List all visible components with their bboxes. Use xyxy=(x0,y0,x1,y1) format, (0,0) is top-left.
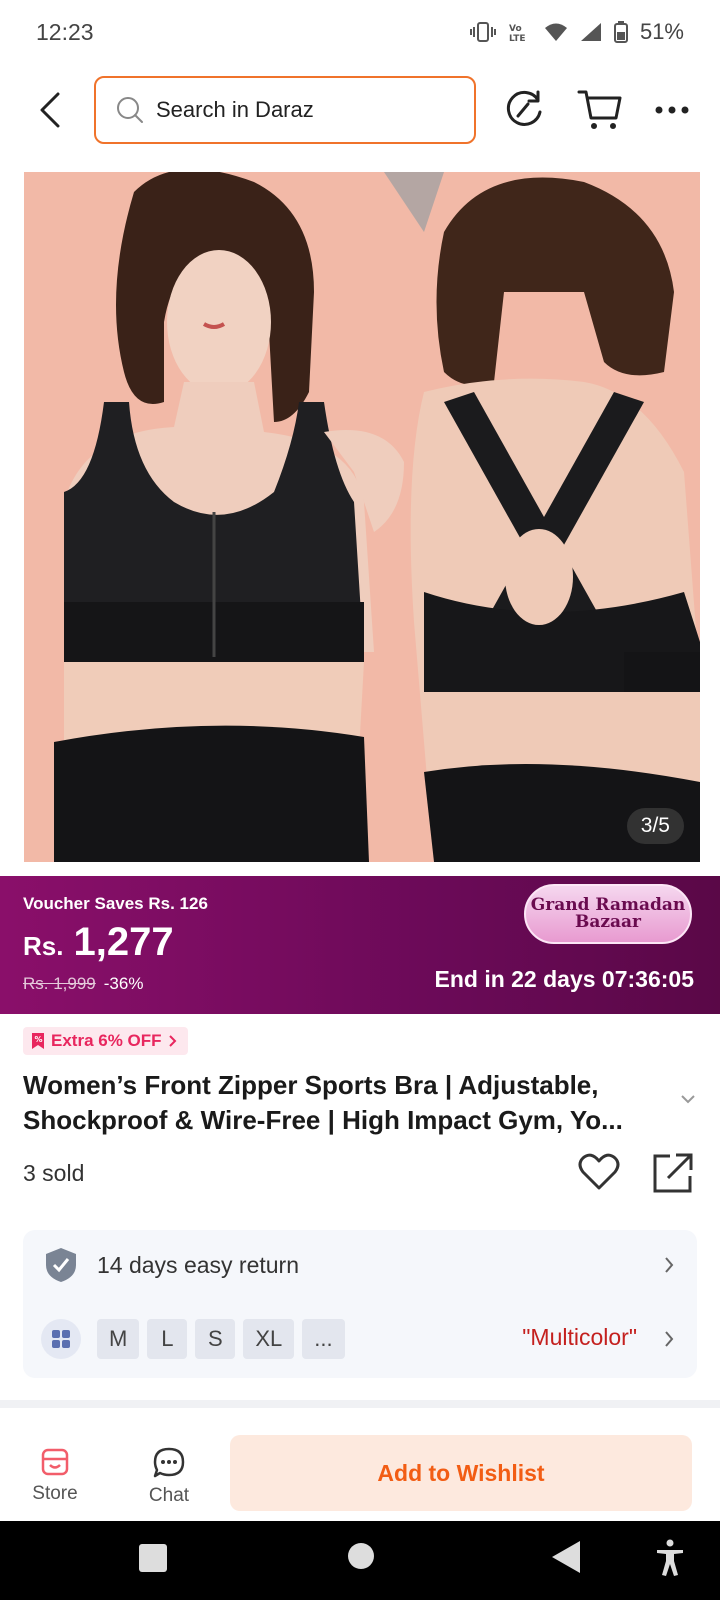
variants-icon xyxy=(41,1319,81,1359)
back-icon xyxy=(40,92,60,128)
home-icon[interactable] xyxy=(346,1541,376,1571)
price-row: Rs. 1,277 xyxy=(23,920,174,965)
size-chip-xl[interactable]: XL xyxy=(243,1319,295,1359)
more-button[interactable] xyxy=(652,88,692,132)
service-card: 14 days easy return M L S XL ... "Multic… xyxy=(23,1230,697,1378)
price-currency: Rs. xyxy=(23,931,64,961)
more-icon xyxy=(655,106,689,114)
voucher-savings: Voucher Saves Rs. 126 xyxy=(23,894,208,913)
refresh-button[interactable] xyxy=(502,88,546,132)
navigation-bar xyxy=(0,1521,720,1600)
chevron-right-icon xyxy=(665,1331,674,1347)
chevron-right-icon xyxy=(665,1257,674,1273)
variant-row[interactable]: M L S XL ... "Multicolor" xyxy=(23,1304,697,1374)
svg-text:%: % xyxy=(35,1035,43,1044)
search-icon xyxy=(116,96,144,124)
store-button[interactable]: Store xyxy=(20,1447,90,1511)
selected-color: "Multicolor" xyxy=(522,1324,637,1350)
signal-icon xyxy=(580,22,602,42)
add-to-wishlist-button[interactable]: Add to Wishlist xyxy=(230,1435,692,1511)
sale-countdown: End in 22 days 07:36:05 xyxy=(434,966,694,992)
chat-label: Chat xyxy=(148,1485,190,1506)
promo-line2: Bazaar xyxy=(574,912,642,932)
wifi-icon xyxy=(544,22,568,42)
search-input[interactable]: Search in Daraz xyxy=(94,76,476,144)
store-label: Store xyxy=(32,1483,78,1504)
size-chip-s[interactable]: S xyxy=(195,1319,236,1359)
product-image[interactable]: 3/5 xyxy=(24,172,700,862)
size-chip-l[interactable]: L xyxy=(147,1319,188,1359)
image-counter: 3/5 xyxy=(626,808,684,844)
accessibility-icon[interactable] xyxy=(655,1539,685,1577)
sold-count: 3 sold xyxy=(23,1160,85,1186)
heart-icon xyxy=(578,1153,620,1190)
return-policy-row[interactable]: 14 days easy return xyxy=(23,1230,697,1300)
chat-icon xyxy=(153,1447,185,1478)
ramadan-bazaar-logo: Grand Ramadan Bazaar xyxy=(524,884,692,944)
vibrate-icon xyxy=(469,21,496,43)
favorite-button[interactable] xyxy=(578,1152,620,1192)
svg-text:Vo: Vo xyxy=(509,24,522,34)
old-price-row: Rs. 1,999 -36% xyxy=(23,974,143,994)
extra-off-chip[interactable]: % Extra 6% OFF xyxy=(23,1027,188,1055)
chevron-down-icon[interactable] xyxy=(680,1094,696,1104)
status-icons: Vo LTE 51% xyxy=(469,19,684,45)
header: Search in Daraz xyxy=(0,70,720,150)
product-title: Women’s Front Zipper Sports Bra | Adjust… xyxy=(23,1070,623,1135)
search-placeholder: Search in Daraz xyxy=(156,97,314,122)
share-icon xyxy=(653,1153,693,1193)
extra-off-label: Extra 6% OFF xyxy=(51,1031,162,1050)
store-icon xyxy=(41,1448,69,1476)
refresh-icon xyxy=(506,90,542,126)
status-time: 12:23 xyxy=(36,18,94,45)
svg-text:LTE: LTE xyxy=(509,34,526,43)
battery-icon xyxy=(613,21,628,43)
price-banner: Voucher Saves Rs. 126 Rs. 1,277 Rs. 1,99… xyxy=(0,876,720,1014)
return-policy-text: 14 days easy return xyxy=(97,1251,300,1278)
original-price: Rs. 1,999 xyxy=(23,974,96,993)
size-chip-m[interactable]: M xyxy=(97,1319,140,1359)
size-chip-more[interactable]: ... xyxy=(302,1319,345,1359)
shield-check-icon xyxy=(45,1247,77,1283)
discount-percent: -36% xyxy=(103,974,144,993)
cart-icon xyxy=(577,90,622,129)
section-divider xyxy=(0,1400,720,1408)
chevron-right-icon xyxy=(168,1035,176,1047)
action-bar: Store Chat Add to Wishlist xyxy=(0,1425,720,1521)
voucher-icon: % xyxy=(32,1033,44,1049)
share-button[interactable] xyxy=(652,1152,694,1194)
volte-icon: Vo LTE xyxy=(508,21,532,43)
status-bar: 12:23 Vo LTE 51% xyxy=(0,0,720,64)
product-photo xyxy=(24,172,700,862)
cart-button[interactable] xyxy=(576,88,624,132)
current-price: 1,277 xyxy=(73,920,174,964)
battery-percent: 51% xyxy=(639,19,684,44)
back-button[interactable] xyxy=(30,88,70,132)
recents-icon[interactable] xyxy=(138,1543,168,1573)
chat-button[interactable]: Chat xyxy=(134,1447,204,1511)
back-nav-icon[interactable] xyxy=(550,1539,582,1575)
